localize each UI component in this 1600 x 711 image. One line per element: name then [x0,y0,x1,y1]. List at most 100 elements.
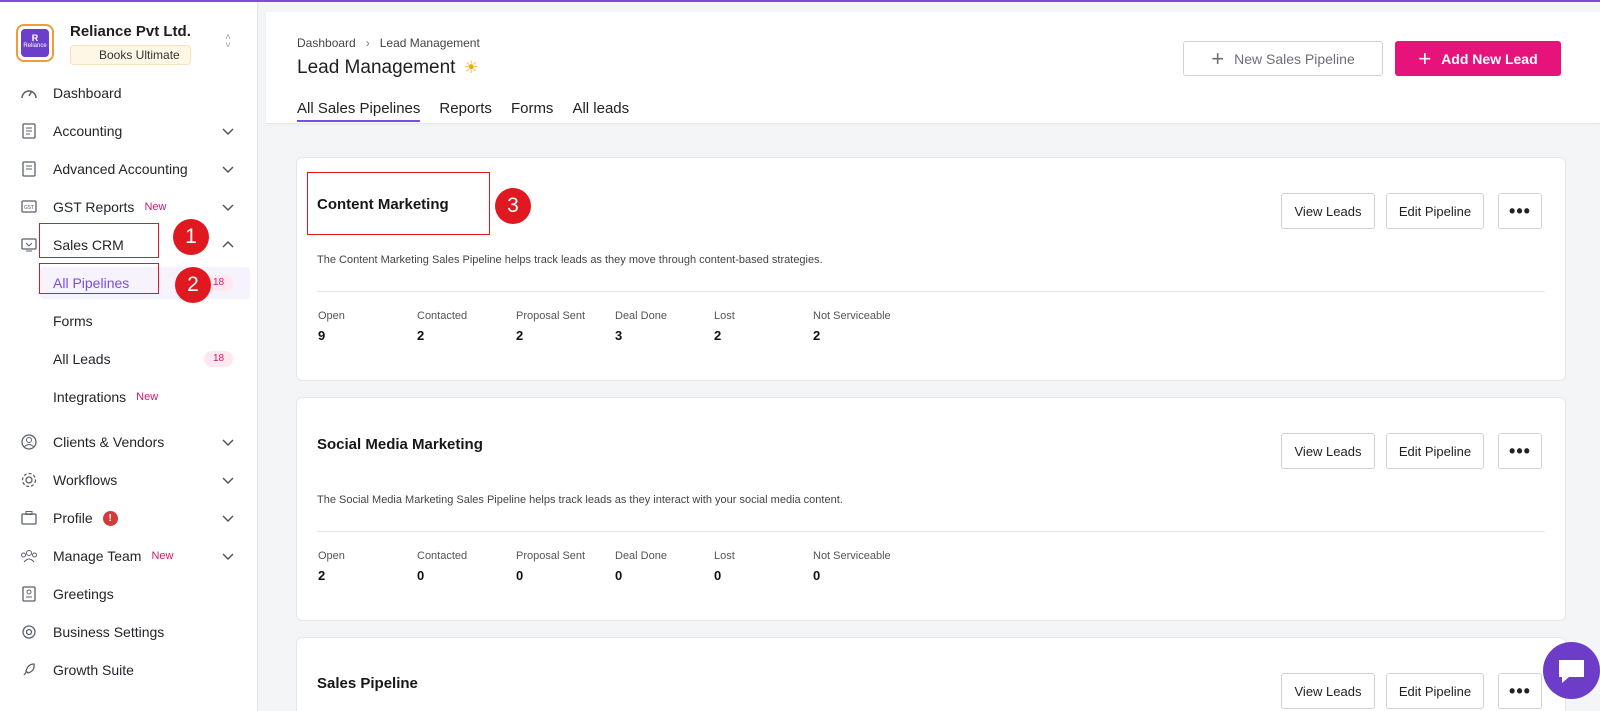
gear-icon [20,624,38,640]
new-badge: New [144,201,167,213]
sidebar-item-dashboard[interactable]: Dashboard [0,74,258,112]
org-name: Reliance Pvt Ltd. [70,23,191,40]
view-leads-button[interactable]: View Leads [1281,673,1375,709]
page-header: Dashboard › Lead Management Lead Managem… [266,12,1600,124]
annotation-box [39,263,159,294]
sidebar-item-business-settings[interactable]: Business Settings [0,613,258,651]
chevron-down-icon[interactable] [221,511,235,525]
chevron-right-icon: › [365,36,370,50]
edit-pipeline-button[interactable]: Edit Pipeline [1386,193,1484,229]
add-new-lead-button[interactable]: + Add New Lead [1395,41,1561,76]
sidebar-item-advanced-accounting[interactable]: Advanced Accounting [0,150,258,188]
team-icon [20,548,38,564]
stat-contacted: Contacted 2 [417,310,468,343]
pipeline-card: Sales Pipeline View Leads Edit Pipeline … [296,637,1566,711]
breadcrumb-current: Lead Management [379,36,480,50]
more-options-icon[interactable]: ••• [1498,433,1542,469]
svg-text:GST: GST [24,205,35,211]
annotation-box [307,172,490,235]
stat-open: Open 9 [318,310,345,343]
gst-icon: GST [20,199,38,215]
rocket-icon [20,662,38,678]
stat-not-serviceable: Not Serviceable 2 [813,310,891,343]
new-badge: New [136,391,159,403]
org-logo: R Reliance [16,24,54,62]
tab-bar: All Sales Pipelines Reports Forms All le… [297,100,648,122]
new-badge: New [151,550,174,562]
document-icon [20,161,38,177]
chevron-down-icon[interactable] [221,124,235,138]
chevron-down-icon[interactable] [221,473,235,487]
sidebar-item-workflows[interactable]: Workflows [0,461,258,499]
stat-deal-done: Deal Done 0 [615,550,667,583]
crm-icon [20,237,38,253]
view-leads-button[interactable]: View Leads [1281,193,1375,229]
pipeline-stats: Open 2 Contacted 0 Proposal Sent 0 Deal Don… [318,550,933,583]
page-title: Lead Management ☀ [297,57,479,78]
tab-reports[interactable]: Reports [439,100,492,122]
pipeline-description: The Content Marketing Sales Pipeline hel… [317,254,823,266]
chat-bubble-icon [1559,660,1584,683]
pipeline-stats: Open 9 Contacted 2 Proposal Sent 2 Deal Don… [318,310,933,343]
pipeline-title: Social Media Marketing [317,436,483,453]
chevron-down-icon[interactable] [221,549,235,563]
stat-not-serviceable: Not Serviceable 0 [813,550,891,583]
plus-icon: + [1211,45,1225,71]
divider [317,291,1545,292]
annotation-number: 3 [495,188,531,224]
sidebar-item-manage-team[interactable]: Manage Team New [0,537,258,575]
sidebar-item-gst-reports[interactable]: GST GST Reports New [0,188,258,226]
switch-chevron-icon[interactable]: ˄ ˅ [222,33,234,52]
annotation-number: 2 [175,267,211,303]
annotation-number: 1 [173,219,209,255]
stat-lost: Lost 0 [714,550,735,583]
plan-badge: Books Ultimate [70,45,191,65]
workflow-gear-icon [20,472,38,488]
chevron-down-icon[interactable] [221,162,235,176]
stat-contacted: Contacted 0 [417,550,468,583]
greetings-icon [20,586,38,602]
stat-proposal-sent: Proposal Sent 2 [516,310,586,343]
edit-pipeline-button[interactable]: Edit Pipeline [1386,673,1484,709]
annotation-box [39,223,159,258]
sidebar-item-accounting[interactable]: Accounting [0,112,258,150]
sidebar-item-forms[interactable]: Forms [0,302,258,340]
chevron-up-icon[interactable] [221,238,235,252]
stat-lost: Lost 2 [714,310,735,343]
org-switcher[interactable]: R Reliance Reliance Pvt Ltd. Books Ultima… [14,20,246,76]
sidebar-item-profile[interactable]: Profile ! [0,499,258,537]
sidebar-item-all-leads[interactable]: All Leads 18 [0,340,258,378]
sidebar-item-greetings[interactable]: Greetings [0,575,258,613]
pipeline-description: The Social Media Marketing Sales Pipelin… [317,494,843,506]
briefcase-icon [20,510,38,526]
chat-widget-button[interactable] [1543,642,1600,699]
view-leads-button[interactable]: View Leads [1281,433,1375,469]
alert-icon: ! [102,510,118,526]
chevron-down-icon[interactable] [221,435,235,449]
count-badge: 18 [204,351,234,367]
sidebar-item-clients-vendors[interactable]: Clients & Vendors [0,423,258,461]
person-icon [20,434,38,450]
edit-pipeline-button[interactable]: Edit Pipeline [1386,433,1484,469]
sidebar-nav: Dashboard Accounting Advanced Accounting… [0,74,258,689]
stat-deal-done: Deal Done 3 [615,310,667,343]
pipeline-title: Sales Pipeline [317,675,418,692]
tab-forms[interactable]: Forms [511,100,554,122]
breadcrumb-dashboard[interactable]: Dashboard [297,36,356,50]
speedometer-icon [20,85,38,101]
new-sales-pipeline-button[interactable]: + New Sales Pipeline [1183,41,1383,76]
pipeline-card: Social Media Marketing View Leads Edit P… [296,397,1566,621]
chevron-down-icon[interactable] [221,200,235,214]
plus-icon: + [1418,45,1432,71]
stat-open: Open 2 [318,550,345,583]
divider [317,531,1545,532]
more-options-icon[interactable]: ••• [1498,673,1542,709]
sidebar-item-integrations[interactable]: Integrations New [0,378,258,416]
sidebar-item-growth-suite[interactable]: Growth Suite [0,651,258,689]
bulb-icon[interactable]: ☀ [463,58,478,78]
tab-all-sales-pipelines[interactable]: All Sales Pipelines [297,100,421,122]
more-options-icon[interactable]: ••• [1498,193,1542,229]
breadcrumb: Dashboard › Lead Management [297,36,480,50]
sidebar: R Reliance Reliance Pvt Ltd. Books Ultima… [0,2,258,711]
tab-all-leads[interactable]: All leads [572,100,629,122]
